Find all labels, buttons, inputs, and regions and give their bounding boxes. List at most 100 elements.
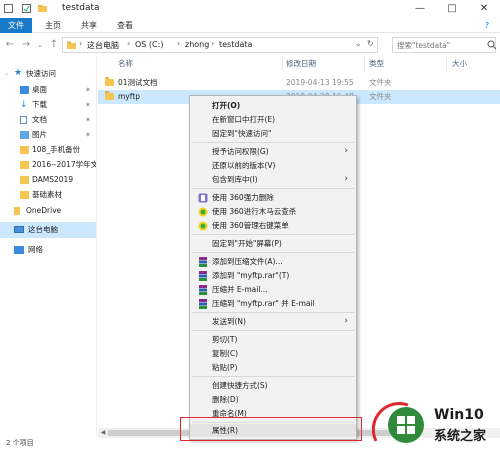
sidebar-item-label: 桌面 bbox=[32, 85, 47, 94]
search-icon bbox=[487, 40, 497, 50]
search-box[interactable] bbox=[392, 37, 497, 53]
column-header-date[interactable]: 修改日期 bbox=[286, 57, 316, 71]
search-input[interactable] bbox=[397, 39, 489, 51]
sidebar-item-this-pc[interactable]: 这台电脑 bbox=[0, 222, 96, 238]
folder-icon bbox=[105, 91, 114, 100]
chevron-right-icon: › bbox=[344, 146, 348, 156]
menu-item-360-delete[interactable]: 使用 360强力删除 bbox=[190, 191, 356, 204]
chevron-right-icon[interactable]: › bbox=[177, 39, 180, 48]
menu-separator bbox=[192, 142, 354, 143]
pin-icon: ✶ bbox=[85, 131, 91, 139]
chevron-right-icon[interactable]: › bbox=[211, 39, 214, 48]
star-icon: ★ bbox=[14, 68, 23, 78]
sidebar-item-pictures[interactable]: 图片 ✶ bbox=[0, 127, 96, 143]
breadcrumb-this-pc[interactable]: 这台电脑 bbox=[87, 40, 119, 51]
menu-item-compress-email[interactable]: 压缩并 E-mail... bbox=[190, 283, 356, 296]
menu-item-360-scan[interactable]: 使用 360进行木马云查杀 bbox=[190, 205, 356, 218]
360-shield-icon bbox=[198, 207, 208, 217]
menu-item-open-new-window[interactable]: 在新窗口中打开(E) bbox=[190, 113, 356, 126]
chevron-down-icon[interactable]: ⌄ bbox=[355, 39, 362, 48]
address-bar[interactable]: › 这台电脑 › OS (C:) › zhong › testdata ⌄ ↻ bbox=[62, 37, 378, 53]
sidebar-item-onedrive[interactable]: OneDrive bbox=[0, 203, 96, 219]
refresh-icon[interactable]: ↻ bbox=[367, 39, 374, 48]
column-header-type[interactable]: 类型 bbox=[369, 57, 384, 71]
column-divider[interactable] bbox=[282, 57, 283, 71]
close-button[interactable]: ✕ bbox=[468, 0, 500, 18]
360-shred-icon bbox=[198, 193, 208, 203]
properties-toolbar-icon[interactable] bbox=[22, 4, 31, 13]
menu-item-add-archive[interactable]: 添加到压缩文件(A)... bbox=[190, 255, 356, 268]
navigation-pane: ⌄ ★ 快速访问 桌面 ✶ ↓ 下载 ✶ 文档 ✶ 图片 ✶ 108_手机备份 … bbox=[0, 57, 97, 437]
picture-icon bbox=[20, 131, 29, 139]
column-divider[interactable] bbox=[446, 57, 447, 71]
chevron-right-icon: › bbox=[344, 316, 348, 326]
tab-home[interactable]: 主页 bbox=[40, 18, 66, 33]
sidebar-item-folder[interactable]: 2016--2017学年文 bbox=[0, 157, 96, 173]
column-header-name[interactable]: 名称 bbox=[118, 57, 133, 71]
menu-item-add-to-rar[interactable]: 添加到 "myftp.rar"(T) bbox=[190, 269, 356, 282]
menu-separator bbox=[192, 312, 354, 313]
menu-item-label: 打开(O) bbox=[212, 101, 241, 110]
file-name: myftp bbox=[118, 92, 140, 101]
breadcrumb-drive[interactable]: OS (C:) bbox=[135, 40, 163, 49]
quick-access-toolbar-icon[interactable] bbox=[4, 4, 13, 13]
pin-icon: ✶ bbox=[85, 86, 91, 94]
folder-toolbar-icon[interactable] bbox=[38, 4, 47, 13]
menu-item-label: 创建快捷方式(S) bbox=[212, 381, 268, 390]
winrar-icon bbox=[199, 285, 207, 295]
winrar-icon bbox=[199, 299, 207, 309]
back-arrow-icon[interactable]: ← bbox=[4, 38, 16, 52]
sidebar-item-folder[interactable]: 基础素材 bbox=[0, 187, 96, 203]
up-arrow-icon[interactable]: ↑ bbox=[48, 38, 60, 52]
menu-item-cut[interactable]: 剪切(T) bbox=[190, 333, 356, 346]
ribbon-tabs: 文件 主页 共享 查看 ? bbox=[0, 18, 500, 33]
folder-icon bbox=[20, 191, 29, 199]
menu-item-create-shortcut[interactable]: 创建快捷方式(S) bbox=[190, 379, 356, 392]
minimize-button[interactable]: — bbox=[404, 0, 436, 18]
sidebar-item-desktop[interactable]: 桌面 ✶ bbox=[0, 82, 96, 98]
menu-item-copy[interactable]: 复制(C) bbox=[190, 347, 356, 360]
watermark-subtitle: 系统之家 bbox=[434, 429, 487, 444]
menu-item-pin-quick-access[interactable]: 固定到"快速访问" bbox=[190, 127, 356, 140]
sidebar-item-quick-access[interactable]: ⌄ ★ 快速访问 bbox=[0, 66, 96, 82]
menu-item-restore-versions[interactable]: 还原以前的版本(V) bbox=[190, 159, 356, 172]
sidebar-item-downloads[interactable]: ↓ 下载 ✶ bbox=[0, 97, 96, 113]
folder-icon bbox=[20, 161, 29, 169]
menu-item-delete[interactable]: 删除(D) bbox=[190, 393, 356, 406]
chevron-right-icon[interactable]: › bbox=[127, 39, 130, 48]
sidebar-item-label: DAMS2019 bbox=[32, 175, 74, 184]
sidebar-item-folder[interactable]: DAMS2019 bbox=[0, 172, 96, 188]
help-icon[interactable]: ? bbox=[478, 18, 496, 33]
menu-separator bbox=[192, 234, 354, 235]
menu-item-pin-start[interactable]: 固定到"开始"屏幕(P) bbox=[190, 237, 356, 250]
maximize-button[interactable]: □ bbox=[436, 0, 468, 18]
sidebar-item-documents[interactable]: 文档 ✶ bbox=[0, 112, 96, 128]
menu-item-compress-rar-email[interactable]: 压缩到 "myftp.rar" 并 E-mail bbox=[190, 297, 356, 310]
scroll-left-icon[interactable]: ◀ bbox=[98, 428, 108, 438]
breadcrumb-testdata[interactable]: testdata bbox=[219, 40, 252, 49]
menu-item-360-manage[interactable]: 使用 360管理右键菜单 bbox=[190, 219, 356, 232]
forward-arrow-icon[interactable]: → bbox=[20, 38, 32, 52]
menu-item-send-to[interactable]: 发送到(N) › bbox=[190, 315, 356, 328]
sidebar-item-folder[interactable]: 108_手机备份 bbox=[0, 142, 96, 158]
file-row[interactable]: 01测试文档 2019-04-13 19:55 文件夹 bbox=[98, 76, 500, 90]
sidebar-item-network[interactable]: 网络 bbox=[0, 242, 96, 258]
tab-file[interactable]: 文件 bbox=[0, 18, 32, 33]
menu-item-label: 包含到库中(I) bbox=[212, 175, 258, 184]
menu-item-give-access[interactable]: 授予访问权限(G) › bbox=[190, 145, 356, 158]
column-header-size[interactable]: 大小 bbox=[452, 57, 467, 71]
menu-item-include-library[interactable]: 包含到库中(I) › bbox=[190, 173, 356, 186]
sidebar-item-label: 文档 bbox=[32, 115, 47, 124]
menu-item-label: 固定到"快速访问" bbox=[212, 129, 272, 138]
recent-locations-icon[interactable]: ⌄ bbox=[34, 38, 46, 52]
folder-icon bbox=[20, 176, 29, 184]
win10-logo-icon bbox=[372, 402, 424, 443]
tab-share[interactable]: 共享 bbox=[76, 18, 102, 33]
tab-view[interactable]: 查看 bbox=[112, 18, 138, 33]
menu-item-open[interactable]: 打开(O) bbox=[190, 99, 356, 112]
column-divider[interactable] bbox=[364, 57, 365, 71]
breadcrumb-zhong[interactable]: zhong bbox=[185, 40, 209, 49]
chevron-down-icon[interactable]: ⌄ bbox=[4, 66, 9, 82]
menu-item-paste[interactable]: 粘贴(P) bbox=[190, 361, 356, 374]
navigation-bar: ← → ⌄ ↑ › 这台电脑 › OS (C:) › zhong › testd… bbox=[0, 34, 500, 56]
